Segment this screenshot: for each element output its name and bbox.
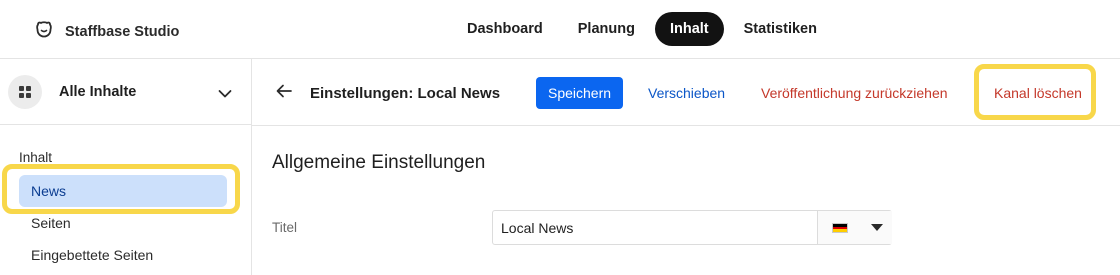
unpublish-button[interactable]: Veröffentlichung zurückziehen — [761, 85, 948, 101]
caret-down-icon — [871, 224, 883, 231]
page-toolbar: Einstellungen: Local News Speichern Vers… — [252, 59, 1120, 126]
content-selector-label: Alle Inhalte — [59, 84, 137, 100]
tab-dashboard[interactable]: Dashboard — [452, 12, 558, 46]
highlight-frame-delete — [974, 64, 1096, 120]
move-button[interactable]: Verschieben — [648, 85, 725, 101]
section-title: Allgemeine Einstellungen — [272, 152, 486, 173]
title-field: Local News — [492, 210, 892, 245]
tab-statistiken[interactable]: Statistiken — [729, 12, 832, 46]
tab-planung[interactable]: Planung — [563, 12, 650, 46]
chevron-down-icon[interactable] — [218, 86, 232, 104]
grid-icon[interactable] — [8, 75, 42, 109]
main-panel: Einstellungen: Local News Speichern Vers… — [252, 58, 1120, 275]
sidebar-item-eingebettete-seiten[interactable]: Eingebettete Seiten — [19, 239, 227, 271]
german-flag-icon — [832, 223, 848, 233]
highlight-frame-news — [2, 164, 240, 214]
language-select[interactable] — [817, 211, 892, 244]
staffbase-logo-icon — [34, 19, 54, 44]
brand-name: Staffbase Studio — [65, 23, 180, 40]
sidebar: Alle Inhalte Inhalt News Seiten Eingebet… — [0, 58, 252, 275]
top-navigation-bar: Staffbase Studio Dashboard Planung Inhal… — [0, 0, 1120, 58]
content-selector[interactable]: Alle Inhalte — [0, 58, 251, 125]
title-input[interactable]: Local News — [501, 220, 573, 236]
arrow-left-icon[interactable] — [276, 84, 292, 103]
page-title: Einstellungen: Local News — [310, 85, 501, 102]
title-field-label: Titel — [272, 220, 298, 235]
main-tabs: Dashboard Planung Inhalt Statistiken — [452, 12, 837, 46]
save-button[interactable]: Speichern — [536, 77, 624, 109]
tab-inhalt[interactable]: Inhalt — [654, 12, 724, 46]
brand[interactable]: Staffbase Studio — [34, 19, 179, 44]
sidebar-section-label: Inhalt — [19, 150, 53, 165]
